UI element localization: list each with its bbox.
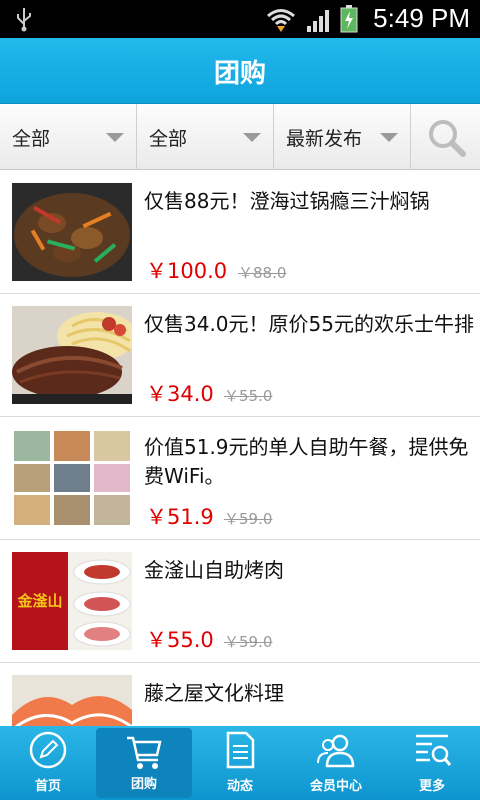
deal-name: 仅售88元！澄海过锅瘾三汁焖锅 [144,189,430,213]
list-item[interactable]: 仅售34.0元！原价55元的欢乐士牛排 ￥34.0 ￥55.0 [0,294,480,417]
list-item[interactable]: 藤之屋文化料理 [0,663,480,726]
deal-name: 金滏山自助烤肉 [144,558,284,582]
tab-news[interactable]: 动态 [192,726,288,800]
deal-original-price: ￥59.0 [224,510,273,528]
tab-home[interactable]: 首页 [0,726,96,800]
deal-price: ￥51.9 [146,505,214,529]
page-title: 团购 [213,59,266,89]
members-icon [317,734,355,768]
chevron-down-icon [243,133,261,142]
title-bar: 团购 [0,38,480,104]
deal-price: ￥55.0 [146,628,214,652]
area-filter[interactable]: 全部 [137,104,274,170]
deal-image [12,429,132,527]
signal-icon [307,10,329,32]
filter-bar: 全部 全部 最新发布 [0,104,480,170]
deal-list[interactable]: 仅售88元！澄海过锅瘾三汁焖锅 ￥100.0 ￥88.0 仅售34.0元！原价5… [0,171,480,726]
cart-icon [127,736,162,769]
tab-more[interactable]: 更多 [384,726,480,800]
search-icon [429,120,466,157]
tab-members[interactable]: 会员中心 [288,726,384,800]
tab-home-label: 首页 [34,779,61,794]
usb-icon [17,8,31,32]
list-item[interactable]: 金滏山 金滏山自助烤肉 ￥55.0 ￥59.0 [0,540,480,663]
deal-price: ￥34.0 [146,382,214,406]
deal-image [12,306,132,404]
deal-image [12,183,132,281]
deal-name: 仅售34.0元！原价55元的欢乐士牛排 [144,312,474,336]
deal-original-price: ￥55.0 [224,387,273,405]
clock: 5:49 PM [373,3,470,33]
deal-original-price: ￥88.0 [238,264,287,282]
list-item[interactable]: 仅售88元！澄海过锅瘾三汁焖锅 ￥100.0 ￥88.0 [0,171,480,294]
tab-groupbuy[interactable]: 团购 [96,728,192,798]
category-filter[interactable]: 全部 [0,104,137,170]
pencil-icon [29,731,67,769]
sort-filter[interactable]: 最新发布 [274,104,411,170]
deal-logo-text: 金滏山 [16,592,62,610]
list-item[interactable]: 价值51.9元的单人自助午餐，提供免费WiFi。 ￥51.9 ￥59.0 [0,417,480,540]
chevron-down-icon [380,133,398,142]
tab-news-label: 动态 [226,779,253,794]
wifi-icon [267,9,295,32]
more-search-icon [416,734,452,766]
tab-more-label: 更多 [418,779,445,794]
sort-filter-label: 最新发布 [286,128,363,150]
chevron-down-icon [106,133,124,142]
deal-image: 金滏山 [12,552,132,650]
deal-name: 价值51.9元的单人自助午餐，提供免费WiFi。 [144,435,469,488]
area-filter-label: 全部 [149,128,188,150]
document-icon [226,731,255,769]
deal-image [12,675,132,726]
battery-icon [340,5,358,33]
tab-members-label: 会员中心 [309,779,362,794]
deal-name: 藤之屋文化料理 [144,681,284,705]
bottom-tab-bar: 首页 团购 动态 会员中心 更多 [0,726,480,800]
tab-groupbuy-label: 团购 [130,777,157,792]
deal-original-price: ￥59.0 [224,633,273,651]
search-button[interactable] [411,104,480,170]
deal-price: ￥100.0 [146,259,228,283]
category-filter-label: 全部 [12,128,51,150]
status-bar: 5:49 PM [0,0,480,38]
